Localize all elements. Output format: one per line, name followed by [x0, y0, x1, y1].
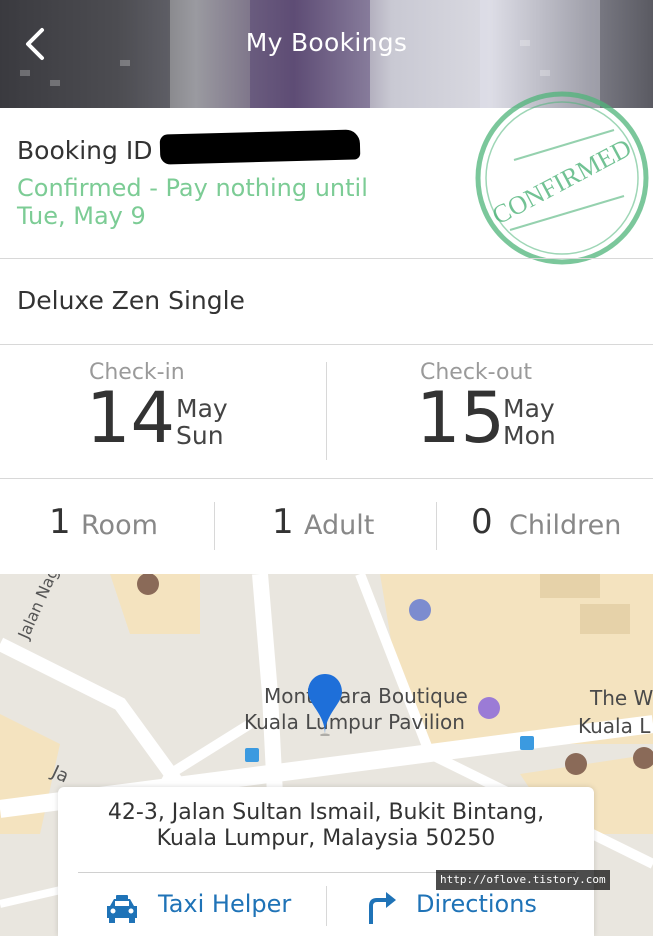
watermark: http://oflove.tistory.com: [436, 870, 610, 890]
column-divider: [214, 502, 215, 550]
place-label-2: Kuala Lumpur Pavilion: [244, 710, 465, 734]
column-divider: [326, 886, 327, 926]
checkin-weekday: Sun: [176, 421, 224, 450]
taxi-helper-label: Taxi Helper: [158, 890, 292, 918]
column-divider: [436, 502, 437, 550]
booking-status: Confirmed - Pay nothing until Tue, May 9: [17, 174, 437, 230]
checkout-month: May: [503, 394, 555, 423]
rooms-count: 1: [49, 502, 71, 542]
window: [20, 70, 30, 76]
place-label-3: The W: [590, 686, 653, 710]
place-label-1: Mont Kiara Boutique: [264, 684, 468, 708]
status-line-1: Confirmed - Pay nothing until: [17, 174, 368, 202]
divider: [0, 478, 653, 479]
confirmed-stamp-icon: CONFIRMED: [475, 91, 649, 265]
divider: [0, 258, 653, 259]
window: [540, 70, 550, 76]
page-title: My Bookings: [245, 28, 408, 57]
window: [50, 80, 60, 86]
checkout-weekday: Mon: [503, 421, 556, 450]
turn-right-arrow-icon: [369, 892, 396, 924]
place-label-4: Kuala L: [578, 714, 651, 738]
column-divider: [326, 362, 327, 460]
room-type: Deluxe Zen Single: [17, 286, 245, 315]
children-count: 0: [471, 502, 493, 542]
window: [120, 60, 130, 66]
divider: [0, 344, 653, 345]
location-pin-icon[interactable]: [306, 672, 344, 736]
checkin-month: May: [176, 394, 228, 423]
address: 42-3, Jalan Sultan Ismail, Bukit Bintang…: [58, 800, 594, 852]
checkin-day: 14: [86, 377, 176, 459]
address-line-2: Kuala Lumpur, Malaysia 50250: [156, 826, 496, 851]
status-line-2: Tue, May 9: [17, 202, 146, 230]
redacted-booking-id: [159, 129, 361, 165]
children-unit: Children: [509, 510, 622, 541]
checkout-day: 15: [416, 377, 506, 459]
adults-count: 1: [272, 502, 294, 542]
adults-unit: Adult: [304, 510, 375, 541]
booking-id-label: Booking ID: [17, 136, 153, 165]
taxi-helper-button[interactable]: Taxi Helper: [104, 882, 314, 930]
stamp-text: CONFIRMED: [487, 133, 636, 231]
address-line-1: 42-3, Jalan Sultan Ismail, Bukit Bintang…: [107, 800, 545, 825]
rooms-unit: Room: [81, 510, 158, 541]
directions-label: Directions: [416, 890, 537, 918]
taxi-icon: [107, 895, 137, 923]
